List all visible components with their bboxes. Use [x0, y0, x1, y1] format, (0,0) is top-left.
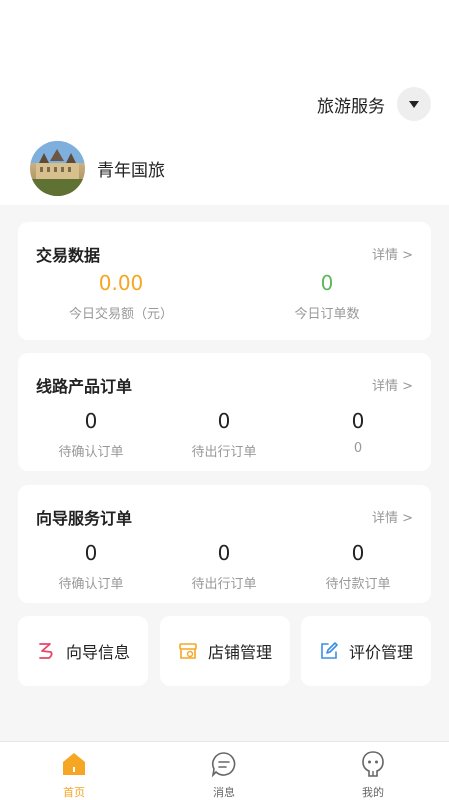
route-orders-card: 线路产品订单 详情 > 0 待确认订单 0 待出行订单 0 0 — [18, 353, 431, 471]
stat-pending-travel[interactable]: 0 待出行订单 — [174, 541, 274, 592]
bottom-tab-bar: 首页 消息 我的 — [0, 741, 449, 800]
trade-data-card: 交易数据 详情 > 0.00 今日交易额（元） 0 今日订单数 — [18, 222, 431, 340]
stat-value: 0 — [217, 409, 231, 433]
quick-action-label: 店铺管理 — [207, 643, 272, 662]
stat-pending-confirm[interactable]: 0 待确认订单 — [41, 409, 141, 460]
stat-label: 今日交易额（元） — [68, 307, 173, 322]
tab-profile[interactable]: 我的 — [323, 750, 423, 800]
stat-today-orders[interactable]: 0 今日订单数 — [257, 271, 397, 322]
quick-action-label: 向导信息 — [65, 643, 130, 662]
stat-value: 0 — [217, 541, 231, 565]
stat-value: 0 — [84, 409, 98, 433]
details-link[interactable]: 详情 > — [372, 375, 413, 394]
store-management-button[interactable]: 店铺管理 — [160, 616, 290, 686]
card-title: 线路产品订单 — [36, 377, 133, 396]
stat-value: 0 — [320, 271, 334, 295]
stat-label: 待出行订单 — [191, 577, 257, 592]
stat-label: 待确认订单 — [58, 577, 124, 592]
guide-orders-card: 向导服务订单 详情 > 0 待确认订单 0 待出行订单 0 待付款订单 — [18, 485, 431, 603]
avatar[interactable] — [30, 141, 85, 196]
stat-value: 0 — [84, 541, 98, 565]
stat-value: 0 — [351, 541, 365, 565]
message-icon — [211, 752, 236, 778]
quick-action-label: 评价管理 — [348, 643, 413, 662]
stat-label: 今日订单数 — [294, 307, 360, 322]
stat-label: 0 — [353, 441, 363, 456]
stat-value: 0.00 — [98, 271, 144, 295]
review-management-button[interactable]: 评价管理 — [301, 616, 431, 686]
stat-today-amount[interactable]: 0.00 今日交易额（元） — [51, 271, 191, 322]
tab-label: 消息 — [213, 786, 235, 799]
service-switcher[interactable]: 旅游服务 — [317, 87, 431, 121]
stat-pending-travel[interactable]: 0 待出行订单 — [174, 409, 274, 460]
service-label[interactable]: 旅游服务 — [317, 92, 385, 117]
profile-icon — [362, 751, 384, 777]
guide-icon — [39, 643, 53, 659]
stat-label: 待付款订单 — [325, 577, 391, 592]
home-icon — [63, 753, 85, 775]
org-name: 青年国旅 — [97, 161, 165, 181]
card-title: 向导服务订单 — [36, 509, 133, 528]
caret-down-icon — [409, 100, 419, 108]
store-icon — [179, 643, 197, 659]
card-title: 交易数据 — [36, 246, 101, 265]
edit-icon — [321, 642, 338, 659]
stat-third[interactable]: 0 0 — [308, 409, 408, 456]
tab-label: 我的 — [362, 786, 384, 799]
building-image — [30, 141, 85, 196]
details-link[interactable]: 详情 > — [372, 507, 413, 526]
guide-info-button[interactable]: 向导信息 — [18, 616, 148, 686]
stat-pending-confirm[interactable]: 0 待确认订单 — [41, 541, 141, 592]
stat-label: 待确认订单 — [58, 445, 124, 460]
stat-label: 待出行订单 — [191, 445, 257, 460]
profile-header[interactable]: 青年国旅 — [30, 141, 165, 196]
tab-messages[interactable]: 消息 — [174, 750, 274, 800]
details-link[interactable]: 详情 > — [372, 244, 413, 263]
dropdown-button[interactable] — [397, 87, 431, 121]
stat-value: 0 — [351, 409, 365, 433]
tab-home[interactable]: 首页 — [24, 750, 124, 800]
tab-label: 首页 — [63, 786, 85, 799]
stat-pending-payment[interactable]: 0 待付款订单 — [308, 541, 408, 592]
